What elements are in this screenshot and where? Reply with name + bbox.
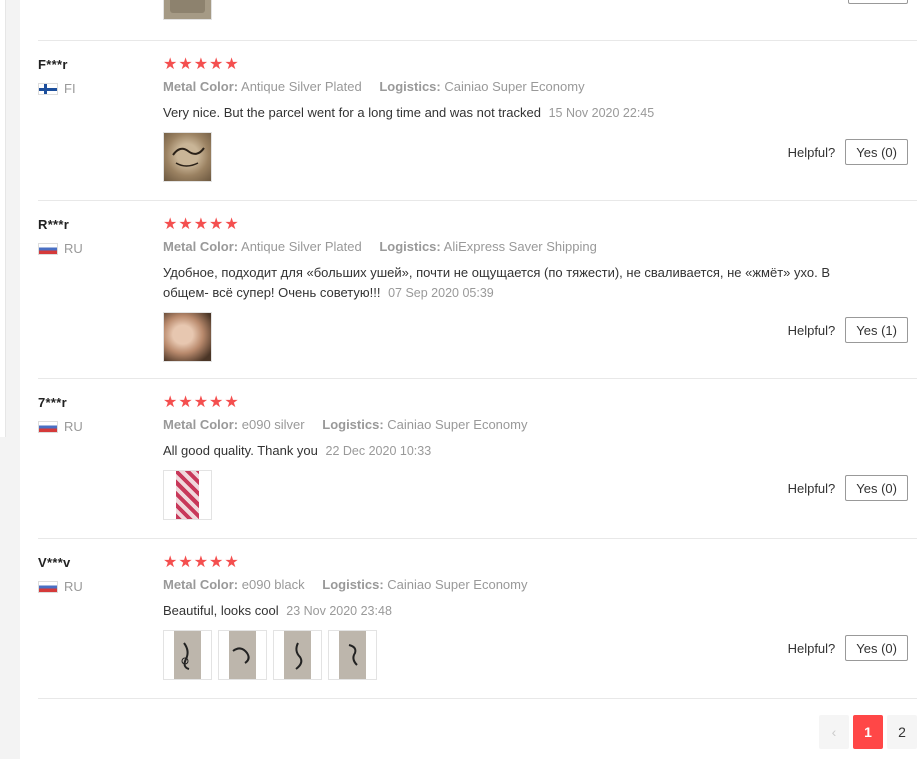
reviews-page: F***r FI ★★★★★ Metal Color: Antique Silv… xyxy=(0,0,917,759)
russia-flag-icon xyxy=(38,420,58,433)
reviewer-info: 7***r RU xyxy=(38,395,148,434)
pagination: ‹ 1 2 xyxy=(819,715,917,749)
logistics-label: Logistics: xyxy=(322,417,384,432)
star-rating: ★★★★★ xyxy=(163,216,240,233)
review-photo[interactable] xyxy=(163,132,212,182)
reviewer-name: 7***r xyxy=(38,395,67,410)
review-photo[interactable] xyxy=(273,630,322,680)
logistics-label: Logistics: xyxy=(322,577,384,592)
reviewer-info: R***r RU xyxy=(38,217,148,256)
review-photo[interactable] xyxy=(328,630,377,680)
reviewer-info: F***r FI xyxy=(38,57,148,96)
review-meta: Metal Color: e090 black Logistics: Caini… xyxy=(163,576,908,594)
review-photo[interactable] xyxy=(163,630,212,680)
review-text: Beautiful, looks cool 23 Nov 2020 23:48 xyxy=(163,601,863,621)
review-body: ★★★★★ Metal Color: e090 black Logistics:… xyxy=(163,539,917,680)
country-code: RU xyxy=(64,241,83,256)
review-meta: Metal Color: e090 silver Logistics: Cain… xyxy=(163,416,908,434)
reviewer-info: V***v RU xyxy=(38,555,148,594)
review-photo[interactable] xyxy=(163,0,212,20)
review-body: ★★★★★ Metal Color: e090 silver Logistics… xyxy=(163,379,917,520)
helpful-section: Helpful? Yes (1) xyxy=(788,317,908,343)
helpful-yes-button[interactable] xyxy=(848,0,908,4)
logistics-label: Logistics: xyxy=(379,79,441,94)
review-item: R***r RU ★★★★★ Metal Color: Antique Silv… xyxy=(38,201,917,379)
metal-color-label: Metal Color: xyxy=(163,79,239,94)
russia-flag-icon xyxy=(38,580,58,593)
helpful-yes-button[interactable]: Yes (1) xyxy=(845,317,908,343)
previous-review-tail xyxy=(38,0,917,41)
left-rail-panel xyxy=(0,0,6,437)
helpful-yes-button[interactable]: Yes (0) xyxy=(845,635,908,661)
review-photo[interactable] xyxy=(163,312,212,362)
finland-flag-icon xyxy=(38,82,58,95)
left-rail xyxy=(0,0,20,759)
helpful-label: Helpful? xyxy=(787,640,836,656)
review-text: All good quality. Thank you 22 Dec 2020 … xyxy=(163,441,863,461)
review-item: 7***r RU ★★★★★ Metal Color: e090 silver … xyxy=(38,379,917,539)
reviewer-country: RU xyxy=(38,579,148,594)
review-item: F***r FI ★★★★★ Metal Color: Antique Silv… xyxy=(38,41,917,201)
country-code: RU xyxy=(64,419,83,434)
logistics-value: Cainiao Super Economy xyxy=(387,577,528,592)
helpful-section: Helpful? Yes (0) xyxy=(788,139,908,165)
metal-color-label: Metal Color: xyxy=(163,577,239,592)
logistics-value: Cainiao Super Economy xyxy=(387,417,528,432)
review-content: Beautiful, looks cool xyxy=(163,603,279,618)
review-date: 22 Dec 2020 10:33 xyxy=(325,444,432,458)
review-photo[interactable] xyxy=(218,630,267,680)
country-code: FI xyxy=(64,81,76,96)
review-text: Удобное, подходит для «больших ушей», по… xyxy=(163,263,863,303)
star-rating: ★★★★★ xyxy=(163,56,240,73)
review-date: 15 Nov 2020 22:45 xyxy=(548,106,655,120)
page-button[interactable]: 2 xyxy=(887,715,917,749)
review-content: Very nice. But the parcel went for a lon… xyxy=(163,105,541,120)
page-button-current[interactable]: 1 xyxy=(853,715,883,749)
metal-color-value: e090 black xyxy=(241,577,305,592)
review-item: V***v RU ★★★★★ Metal Color: e090 black L… xyxy=(38,539,917,699)
reviewer-country: FI xyxy=(38,81,148,96)
review-body: ★★★★★ Metal Color: Antique Silver Plated… xyxy=(163,41,917,182)
helpful-label: Helpful? xyxy=(787,480,836,496)
review-content: Удобное, подходит для «больших ушей», по… xyxy=(163,265,830,300)
country-code: RU xyxy=(64,579,83,594)
review-list: F***r FI ★★★★★ Metal Color: Antique Silv… xyxy=(38,0,917,699)
prev-page-button[interactable]: ‹ xyxy=(819,715,849,749)
metal-color-label: Metal Color: xyxy=(163,239,239,254)
review-text: Very nice. But the parcel went for a lon… xyxy=(163,103,863,123)
metal-color-value: Antique Silver Plated xyxy=(241,239,362,254)
reviewer-name: F***r xyxy=(38,57,68,72)
helpful-label: Helpful? xyxy=(787,322,836,338)
metal-color-value: e090 silver xyxy=(241,417,305,432)
star-rating: ★★★★★ xyxy=(163,554,240,571)
review-content: All good quality. Thank you xyxy=(163,443,318,458)
metal-color-label: Metal Color: xyxy=(163,417,239,432)
review-date: 07 Sep 2020 05:39 xyxy=(388,286,494,300)
reviewer-country: RU xyxy=(38,241,148,256)
logistics-value: AliExpress Saver Shipping xyxy=(443,239,597,254)
helpful-label: Helpful? xyxy=(787,144,836,160)
star-rating: ★★★★★ xyxy=(163,394,240,411)
reviewer-name: V***v xyxy=(38,555,71,570)
logistics-value: Cainiao Super Economy xyxy=(444,79,585,94)
review-meta: Metal Color: Antique Silver Plated Logis… xyxy=(163,78,908,96)
logistics-label: Logistics: xyxy=(379,239,441,254)
reviewer-name: R***r xyxy=(38,217,70,232)
reviewer-country: RU xyxy=(38,419,148,434)
review-date: 23 Nov 2020 23:48 xyxy=(286,604,392,618)
russia-flag-icon xyxy=(38,242,58,255)
helpful-section: Helpful? Yes (0) xyxy=(788,635,908,661)
review-photo[interactable] xyxy=(163,470,212,520)
metal-color-value: Antique Silver Plated xyxy=(241,79,362,94)
helpful-yes-button[interactable]: Yes (0) xyxy=(845,475,908,501)
review-meta: Metal Color: Antique Silver Plated Logis… xyxy=(163,238,908,256)
review-body: ★★★★★ Metal Color: Antique Silver Plated… xyxy=(163,201,917,362)
helpful-yes-button[interactable]: Yes (0) xyxy=(845,139,908,165)
helpful-section: Helpful? Yes (0) xyxy=(788,475,908,501)
